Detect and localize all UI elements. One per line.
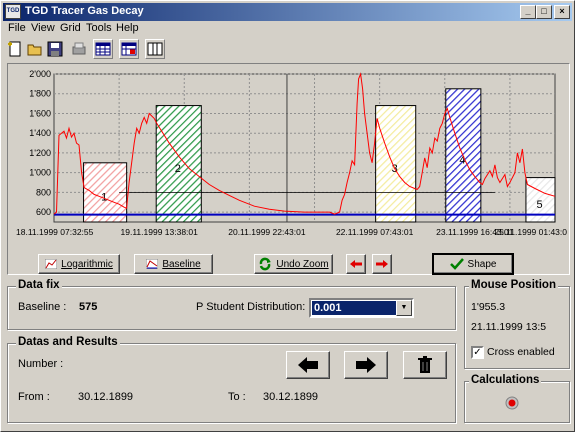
x-tick-label: 19.11.1999 13:38:01 [121, 227, 199, 237]
next-button[interactable] [344, 351, 388, 379]
region-label: 5 [536, 199, 542, 211]
menu-bar: File View Grid Tools Help [3, 21, 572, 37]
trash-icon [418, 356, 432, 373]
chart-panel[interactable]: 2'000 1'800 1'600 1'400 1'200 1'000 800 600 1 2 3 4… [7, 63, 570, 275]
y-tick-label: 1'200 [29, 148, 51, 158]
datas-results-group: Datas and Results Number : From : 30.12.… [7, 336, 456, 423]
baseline-chart-icon [146, 259, 159, 269]
from-value: 30.12.1899 [78, 391, 134, 403]
black-arrow-left-icon [298, 357, 318, 373]
y-tick-label: 1'400 [29, 128, 51, 138]
menu-grid[interactable]: Grid [60, 22, 81, 34]
log-chart-icon [45, 259, 58, 269]
title-bar: TGD TGD Tracer Gas Decay _ □ × [3, 3, 572, 21]
open-folder-icon[interactable] [25, 39, 45, 59]
x-tick-label: 20.11.1999 22:43:01 [228, 227, 306, 237]
baseline-value: 575 [79, 301, 98, 313]
previous-button[interactable] [286, 351, 330, 379]
logarithmic-button[interactable]: Logarithmic [38, 254, 120, 274]
columns-icon[interactable] [145, 39, 165, 59]
calculations-title: Calculations [469, 374, 542, 386]
to-label: To : [228, 391, 246, 403]
minimize-button[interactable]: _ [520, 5, 536, 19]
y-tick-label: 800 [36, 187, 51, 197]
from-label: From : [18, 391, 50, 403]
menu-help[interactable]: Help [116, 22, 139, 34]
y-tick-label: 1'600 [29, 108, 51, 118]
p-student-value: 0.001 [312, 301, 397, 315]
print-icon[interactable] [69, 39, 89, 59]
data-fix-title: Data fix [16, 279, 62, 291]
cross-enabled-checkbox[interactable]: ✓ [471, 346, 484, 359]
scroll-right-button[interactable] [372, 254, 392, 274]
region-label: 2 [175, 163, 181, 175]
p-student-select[interactable]: 0.001 ▼ [309, 298, 414, 318]
refresh-icon [260, 257, 272, 271]
baseline-field-label: Baseline : [18, 301, 67, 313]
cross-enabled-label: Cross enabled [487, 346, 555, 358]
x-tick-label: 25.11.1999 01:43:0 [494, 227, 567, 237]
window-title: TGD Tracer Gas Decay [25, 5, 144, 17]
y-tick-label: 2'000 [29, 69, 51, 79]
menu-view[interactable]: View [31, 22, 55, 34]
datas-results-title: Datas and Results [16, 336, 120, 348]
mouse-time: 21.11.1999 13:5 [471, 321, 547, 333]
x-tick-label: 22.11.1999 07:43:01 [336, 227, 414, 237]
shape-button[interactable]: Shape [432, 253, 514, 275]
scroll-left-button[interactable] [346, 254, 366, 274]
y-tick-label: 1'800 [29, 89, 51, 99]
checkmark-icon [449, 258, 464, 270]
mouse-position-group: Mouse Position 1'955.3 21.11.1999 13:5 ✓… [464, 279, 570, 369]
menu-file[interactable]: File [8, 22, 26, 34]
data-fix-group: Data fix Baseline : 575 P Student Distri… [7, 279, 456, 330]
shape-label: Shape [467, 258, 497, 270]
calculations-group: Calculations [464, 374, 570, 423]
region-label: 4 [459, 154, 465, 166]
mouse-value: 1'955.3 [471, 301, 506, 313]
undo-zoom-button[interactable]: Undo Zoom [254, 254, 333, 274]
red-arrow-left-icon [350, 260, 362, 268]
mouse-position-title: Mouse Position [469, 279, 558, 291]
delete-button[interactable] [403, 351, 447, 379]
toolbar [3, 37, 572, 61]
to-value: 30.12.1899 [263, 391, 319, 403]
grid-table-icon[interactable] [93, 39, 113, 59]
y-tick-label: 1'000 [29, 168, 51, 178]
red-arrow-right-icon [376, 260, 388, 268]
x-tick-label: 18.11.1999 07:32:55 [16, 227, 94, 237]
maximize-button[interactable]: □ [536, 5, 552, 19]
save-disk-icon[interactable] [45, 39, 65, 59]
number-label: Number : [18, 358, 64, 370]
baseline-button[interactable]: Baseline [134, 254, 213, 274]
app-icon: TGD [5, 4, 21, 19]
y-tick-label: 600 [36, 207, 51, 217]
decay-chart[interactable]: 2'0001'8001'6001'4001'2001'00080060012 34… [8, 64, 569, 274]
main-window: TGD TGD Tracer Gas Decay _ □ × File View… [0, 0, 575, 432]
menu-tools[interactable]: Tools [86, 22, 112, 34]
baseline-label: Baseline [162, 258, 201, 270]
logarithmic-label: Logarithmic [61, 258, 113, 270]
calculate-button-icon[interactable] [505, 396, 519, 410]
black-arrow-right-icon [356, 357, 376, 373]
dropdown-arrow-icon[interactable]: ▼ [396, 300, 412, 316]
p-student-label: P Student Distribution: [196, 301, 306, 313]
close-button[interactable]: × [554, 5, 570, 19]
red-grid-icon[interactable] [119, 39, 139, 59]
new-file-icon[interactable] [5, 39, 25, 59]
undo-zoom-label: Undo Zoom [276, 258, 329, 270]
